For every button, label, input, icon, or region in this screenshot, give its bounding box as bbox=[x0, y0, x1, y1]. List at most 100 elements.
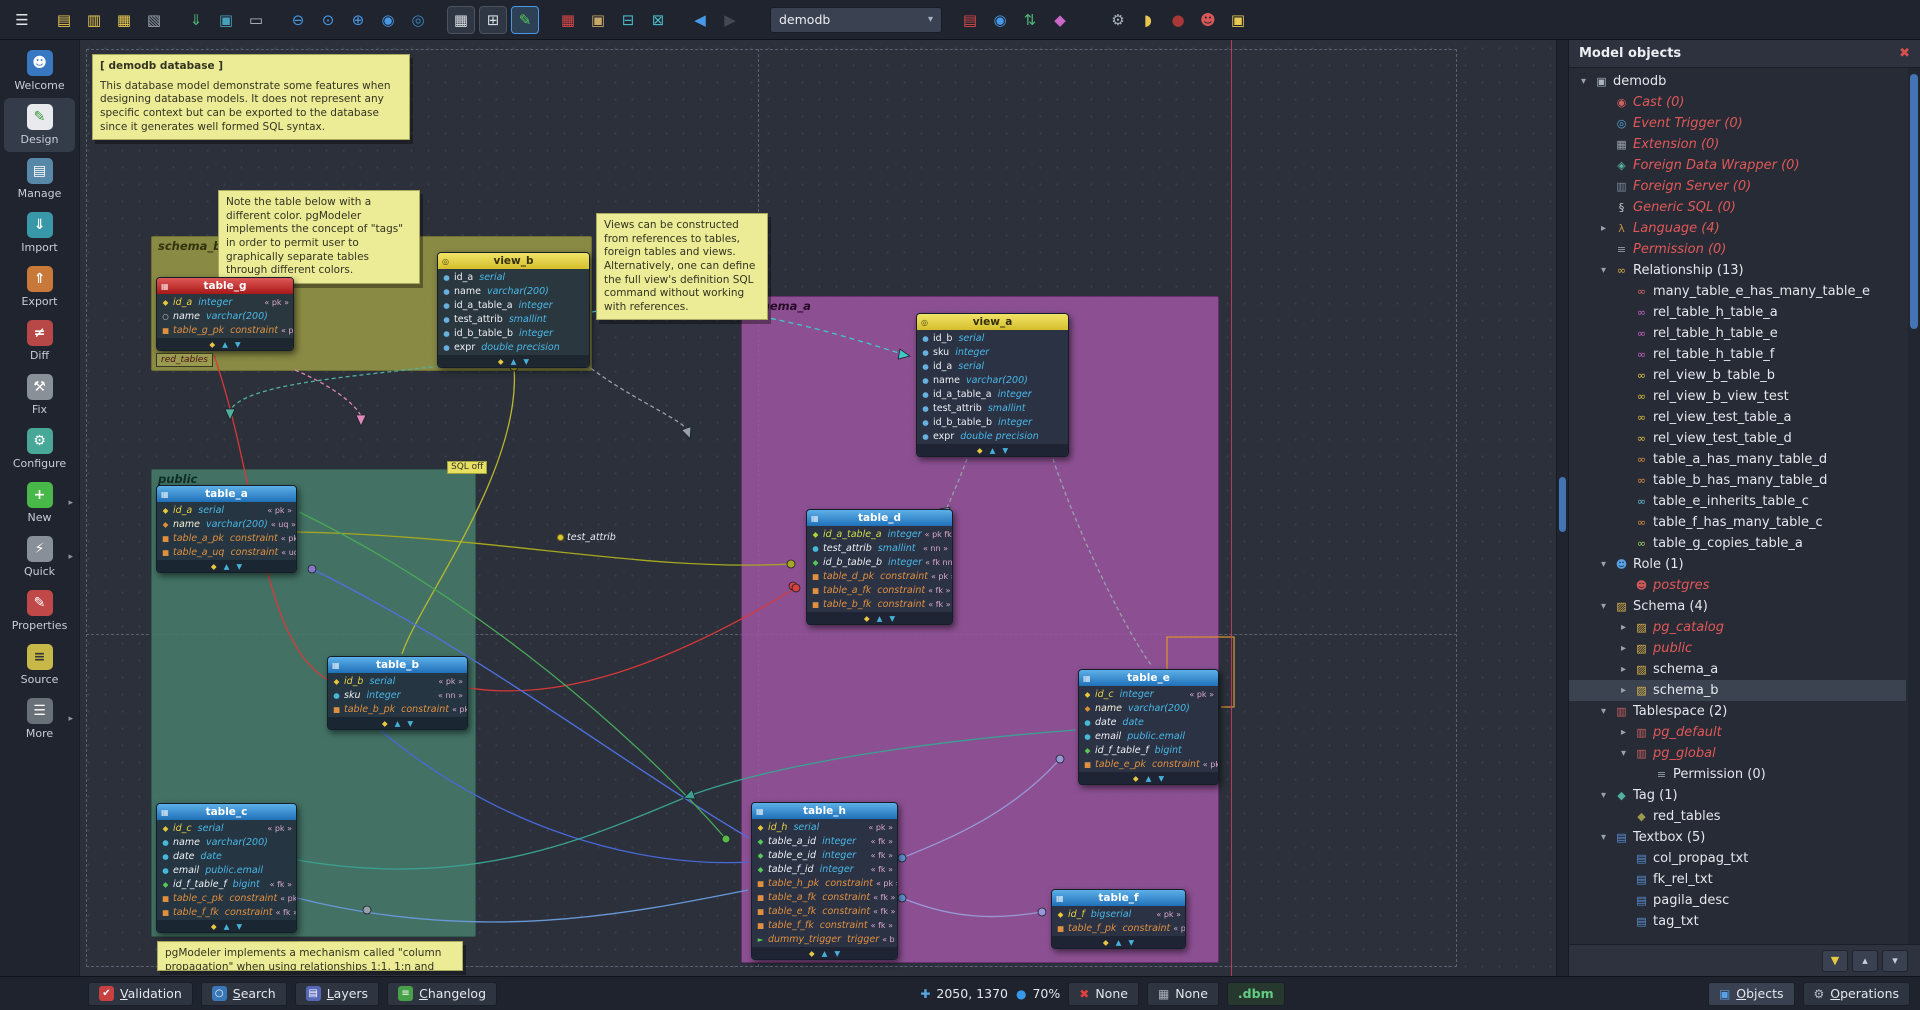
tree-item-many-table-e-has-many-table-e[interactable]: ∞ many_table_e_has_many_table_e bbox=[1569, 281, 1906, 302]
zoom-original-icon[interactable]: ⊙ bbox=[314, 6, 342, 34]
floating-label-test-attrib[interactable]: test_attrib bbox=[557, 532, 616, 543]
row-email[interactable]: ● email public.email bbox=[1079, 729, 1218, 743]
expand-icon[interactable]: ▲ bbox=[1146, 774, 1152, 783]
tree-item-schema-b[interactable]: ▸ ▨ schema_b bbox=[1569, 680, 1906, 701]
sidebar-item-import[interactable]: ⇓ Import bbox=[4, 206, 75, 260]
row-id-a-table-a[interactable]: ● id_a_table_a integer bbox=[917, 387, 1068, 401]
row-id-b-table-b[interactable]: ◆ id_b_table_b integer« fk nn » bbox=[807, 555, 952, 569]
relationship-point-3[interactable] bbox=[721, 834, 731, 844]
tree-item-cast-0[interactable]: ◉ Cast (0) bbox=[1569, 92, 1906, 113]
sidebar-item-quick[interactable]: ⚡ Quick ▸ bbox=[4, 530, 75, 584]
tree-item-rel-table-h-table-f[interactable]: ∞ rel_table_h_table_f bbox=[1569, 344, 1906, 365]
canvas-table-table_g[interactable]: ▦ table_g ◆ id_a integer « pk » ○ name varchar(2… bbox=[156, 277, 294, 351]
table_c-header[interactable]: ▦ table_c bbox=[157, 804, 296, 820]
sidebar-item-welcome[interactable]: ☻ Welcome bbox=[4, 44, 75, 98]
row-date[interactable]: ● date date bbox=[157, 849, 296, 863]
attribs-toggle-icon[interactable]: ◆ bbox=[211, 922, 217, 931]
model-file-badge[interactable]: .dbm bbox=[1226, 981, 1285, 1006]
canvas-vertical-scrollbar[interactable] bbox=[1556, 40, 1568, 976]
collapse-arrow-icon[interactable]: ▾ bbox=[1597, 790, 1610, 801]
attribs-toggle-icon[interactable]: ◆ bbox=[864, 614, 870, 623]
row-id-a[interactable]: ● id_a serial bbox=[438, 270, 589, 284]
row-id-b[interactable]: ◆ id_b serial « pk » bbox=[328, 674, 467, 688]
tree-item-fk-rel-txt[interactable]: ▤ fk_rel_txt bbox=[1569, 869, 1906, 890]
row-id-b-table-b[interactable]: ● id_b_table_b integer bbox=[917, 415, 1068, 429]
row-name[interactable]: ○ name varchar(200) bbox=[157, 309, 293, 323]
attribs-toggle-icon[interactable]: ◆ bbox=[382, 719, 388, 728]
layers-button[interactable]: ▤ Layers bbox=[294, 981, 380, 1006]
tree-item-table-e-inherits-table-c[interactable]: ∞ table_e_inherits_table_c bbox=[1569, 491, 1906, 512]
collapse-icon[interactable]: ▼ bbox=[889, 614, 895, 623]
tree-item-pg-default[interactable]: ▸ ▥ pg_default bbox=[1569, 722, 1906, 743]
compact-view-icon[interactable]: ▦ bbox=[554, 6, 582, 34]
support-icon[interactable]: ▣ bbox=[1224, 6, 1252, 34]
expand-icon[interactable]: ▲ bbox=[877, 614, 883, 623]
row-id-c[interactable]: ◆ id_c integer « pk » bbox=[1079, 687, 1218, 701]
arrange-schemas-icon[interactable]: ⊠ bbox=[644, 6, 672, 34]
view_b-header[interactable]: ◎ view_b bbox=[438, 253, 589, 269]
tree-item-table-b-has-many-table-d[interactable]: ∞ table_b_has_many_table_d bbox=[1569, 470, 1906, 491]
row-expr[interactable]: ● expr double precision bbox=[917, 429, 1068, 443]
canvas-table-table_b[interactable]: ▦ table_b ◆ id_b serial « pk » ● sku integer « nn… bbox=[327, 656, 468, 730]
row-table-h-pk[interactable]: ■table_h_pk constraint« pk » bbox=[752, 876, 897, 890]
objects-button[interactable]: ▣ Objects bbox=[1707, 981, 1795, 1006]
row-name[interactable]: ◆ name varchar(200) « uq » bbox=[157, 517, 296, 531]
relationship-line-3[interactable] bbox=[229, 365, 441, 411]
row-test-attrib[interactable]: ● test_attrib smallint bbox=[917, 401, 1068, 415]
collapse-icon[interactable]: ▼ bbox=[236, 922, 242, 931]
relationship-line-2[interactable] bbox=[294, 369, 362, 417]
expand-icon[interactable]: ▲ bbox=[822, 949, 828, 958]
row-id-c[interactable]: ◆ id_c serial « pk » bbox=[157, 821, 296, 835]
tag-red_tables[interactable]: red_tables bbox=[156, 353, 213, 367]
expand-icon[interactable]: ▲ bbox=[511, 357, 517, 366]
sidebar-item-properties[interactable]: ✎ Properties bbox=[4, 584, 75, 638]
sidebar-item-manage[interactable]: ▤ Manage bbox=[4, 152, 75, 206]
row-table-d-pk[interactable]: ■table_d_pk constraint« pk » bbox=[807, 569, 952, 583]
attribs-toggle-icon[interactable]: ◆ bbox=[209, 340, 215, 349]
tree-item-demodb[interactable]: ▾ ▣ demodb bbox=[1569, 71, 1906, 92]
expand-arrow-icon[interactable]: ▸ bbox=[1617, 685, 1630, 696]
tree-item-schema-4[interactable]: ▾ ▨ Schema (4) bbox=[1569, 596, 1906, 617]
expand-arrow-icon[interactable]: ▸ bbox=[1617, 727, 1630, 738]
row-table-c-pk[interactable]: ■table_c_pk constraint« pk » bbox=[157, 891, 296, 905]
zoom-in-icon[interactable]: ⊕ bbox=[344, 6, 372, 34]
textbox-fk_rel_txt[interactable]: Views can be constructed from references… bbox=[596, 213, 768, 321]
row-table-e-fk[interactable]: ■ table_e_fk constraint « fk » bbox=[752, 904, 897, 918]
expand-arrow-icon[interactable]: ▸ bbox=[1617, 622, 1630, 633]
row-id-b-table-b[interactable]: ● id_b_table_b integer bbox=[438, 326, 589, 340]
tree-item-red-tables[interactable]: ◆ red_tables bbox=[1569, 806, 1906, 827]
tree-item-foreign-data-wrapper-0[interactable]: ◈ Foreign Data Wrapper (0) bbox=[1569, 155, 1906, 176]
collapse-arrow-icon[interactable]: ▾ bbox=[1597, 265, 1610, 276]
expand-icon[interactable]: ▲ bbox=[224, 562, 230, 571]
toggle-align-grid-icon[interactable]: ⊞ bbox=[479, 5, 507, 34]
attribs-toggle-icon[interactable]: ◆ bbox=[977, 446, 983, 455]
row-id-f[interactable]: ◆ id_f bigserial « pk » bbox=[1052, 907, 1185, 921]
tree-item-col-propag-txt[interactable]: ▤ col_propag_txt bbox=[1569, 848, 1906, 869]
row-id-h[interactable]: ◆ id_h serial « pk » bbox=[752, 820, 897, 834]
collapse-arrow-icon[interactable]: ▾ bbox=[1577, 76, 1590, 87]
row-table-f-id[interactable]: ◆ table_f_id integer « fk » bbox=[752, 862, 897, 876]
row-table-b-fk[interactable]: ■ table_b_fk constraint « fk » bbox=[807, 597, 952, 611]
about-icon[interactable]: ☻ bbox=[1194, 6, 1222, 34]
search-button[interactable]: ○ Search bbox=[200, 981, 287, 1006]
settings-icon[interactable]: ⚙ bbox=[1104, 6, 1132, 34]
expand-arrow-icon[interactable]: ▸ bbox=[1597, 223, 1610, 234]
metadata-sync-icon[interactable]: ⇅ bbox=[1016, 6, 1044, 34]
sidebar-item-fix[interactable]: ⚒ Fix bbox=[4, 368, 75, 422]
canvas-table-table_c[interactable]: ▦ table_c ◆ id_c serial « pk » ● name varchar(20… bbox=[156, 803, 297, 933]
diagram-canvas[interactable]: schema_b public schema_a [ demodb database… bbox=[80, 40, 1568, 976]
row-table-a-pk[interactable]: ■table_a_pk constraint« pk » bbox=[157, 531, 296, 545]
row-id-a-table-a[interactable]: ◆ id_a_table_a integer« pk fk » bbox=[807, 527, 952, 541]
expand-icon[interactable]: ▲ bbox=[990, 446, 996, 455]
table_b-header[interactable]: ▦ table_b bbox=[328, 657, 467, 673]
tree-item-pg-global[interactable]: ▾ ▥ pg_global bbox=[1569, 743, 1906, 764]
collapse-arrow-icon[interactable]: ▾ bbox=[1597, 601, 1610, 612]
row-email[interactable]: ● email public.email bbox=[157, 863, 296, 877]
arrange-objects-icon[interactable]: ⊟ bbox=[614, 6, 642, 34]
tree-item-public[interactable]: ▸ ▨ public bbox=[1569, 638, 1906, 659]
filter-button[interactable]: ▼ bbox=[1822, 949, 1848, 972]
bug-report-icon[interactable]: ● bbox=[1164, 6, 1192, 34]
main-menu-icon[interactable]: ☰ bbox=[8, 6, 36, 34]
row-table-a-id[interactable]: ◆ table_a_id integer « fk » bbox=[752, 834, 897, 848]
magnifier-icon[interactable]: ◉ bbox=[374, 6, 402, 34]
